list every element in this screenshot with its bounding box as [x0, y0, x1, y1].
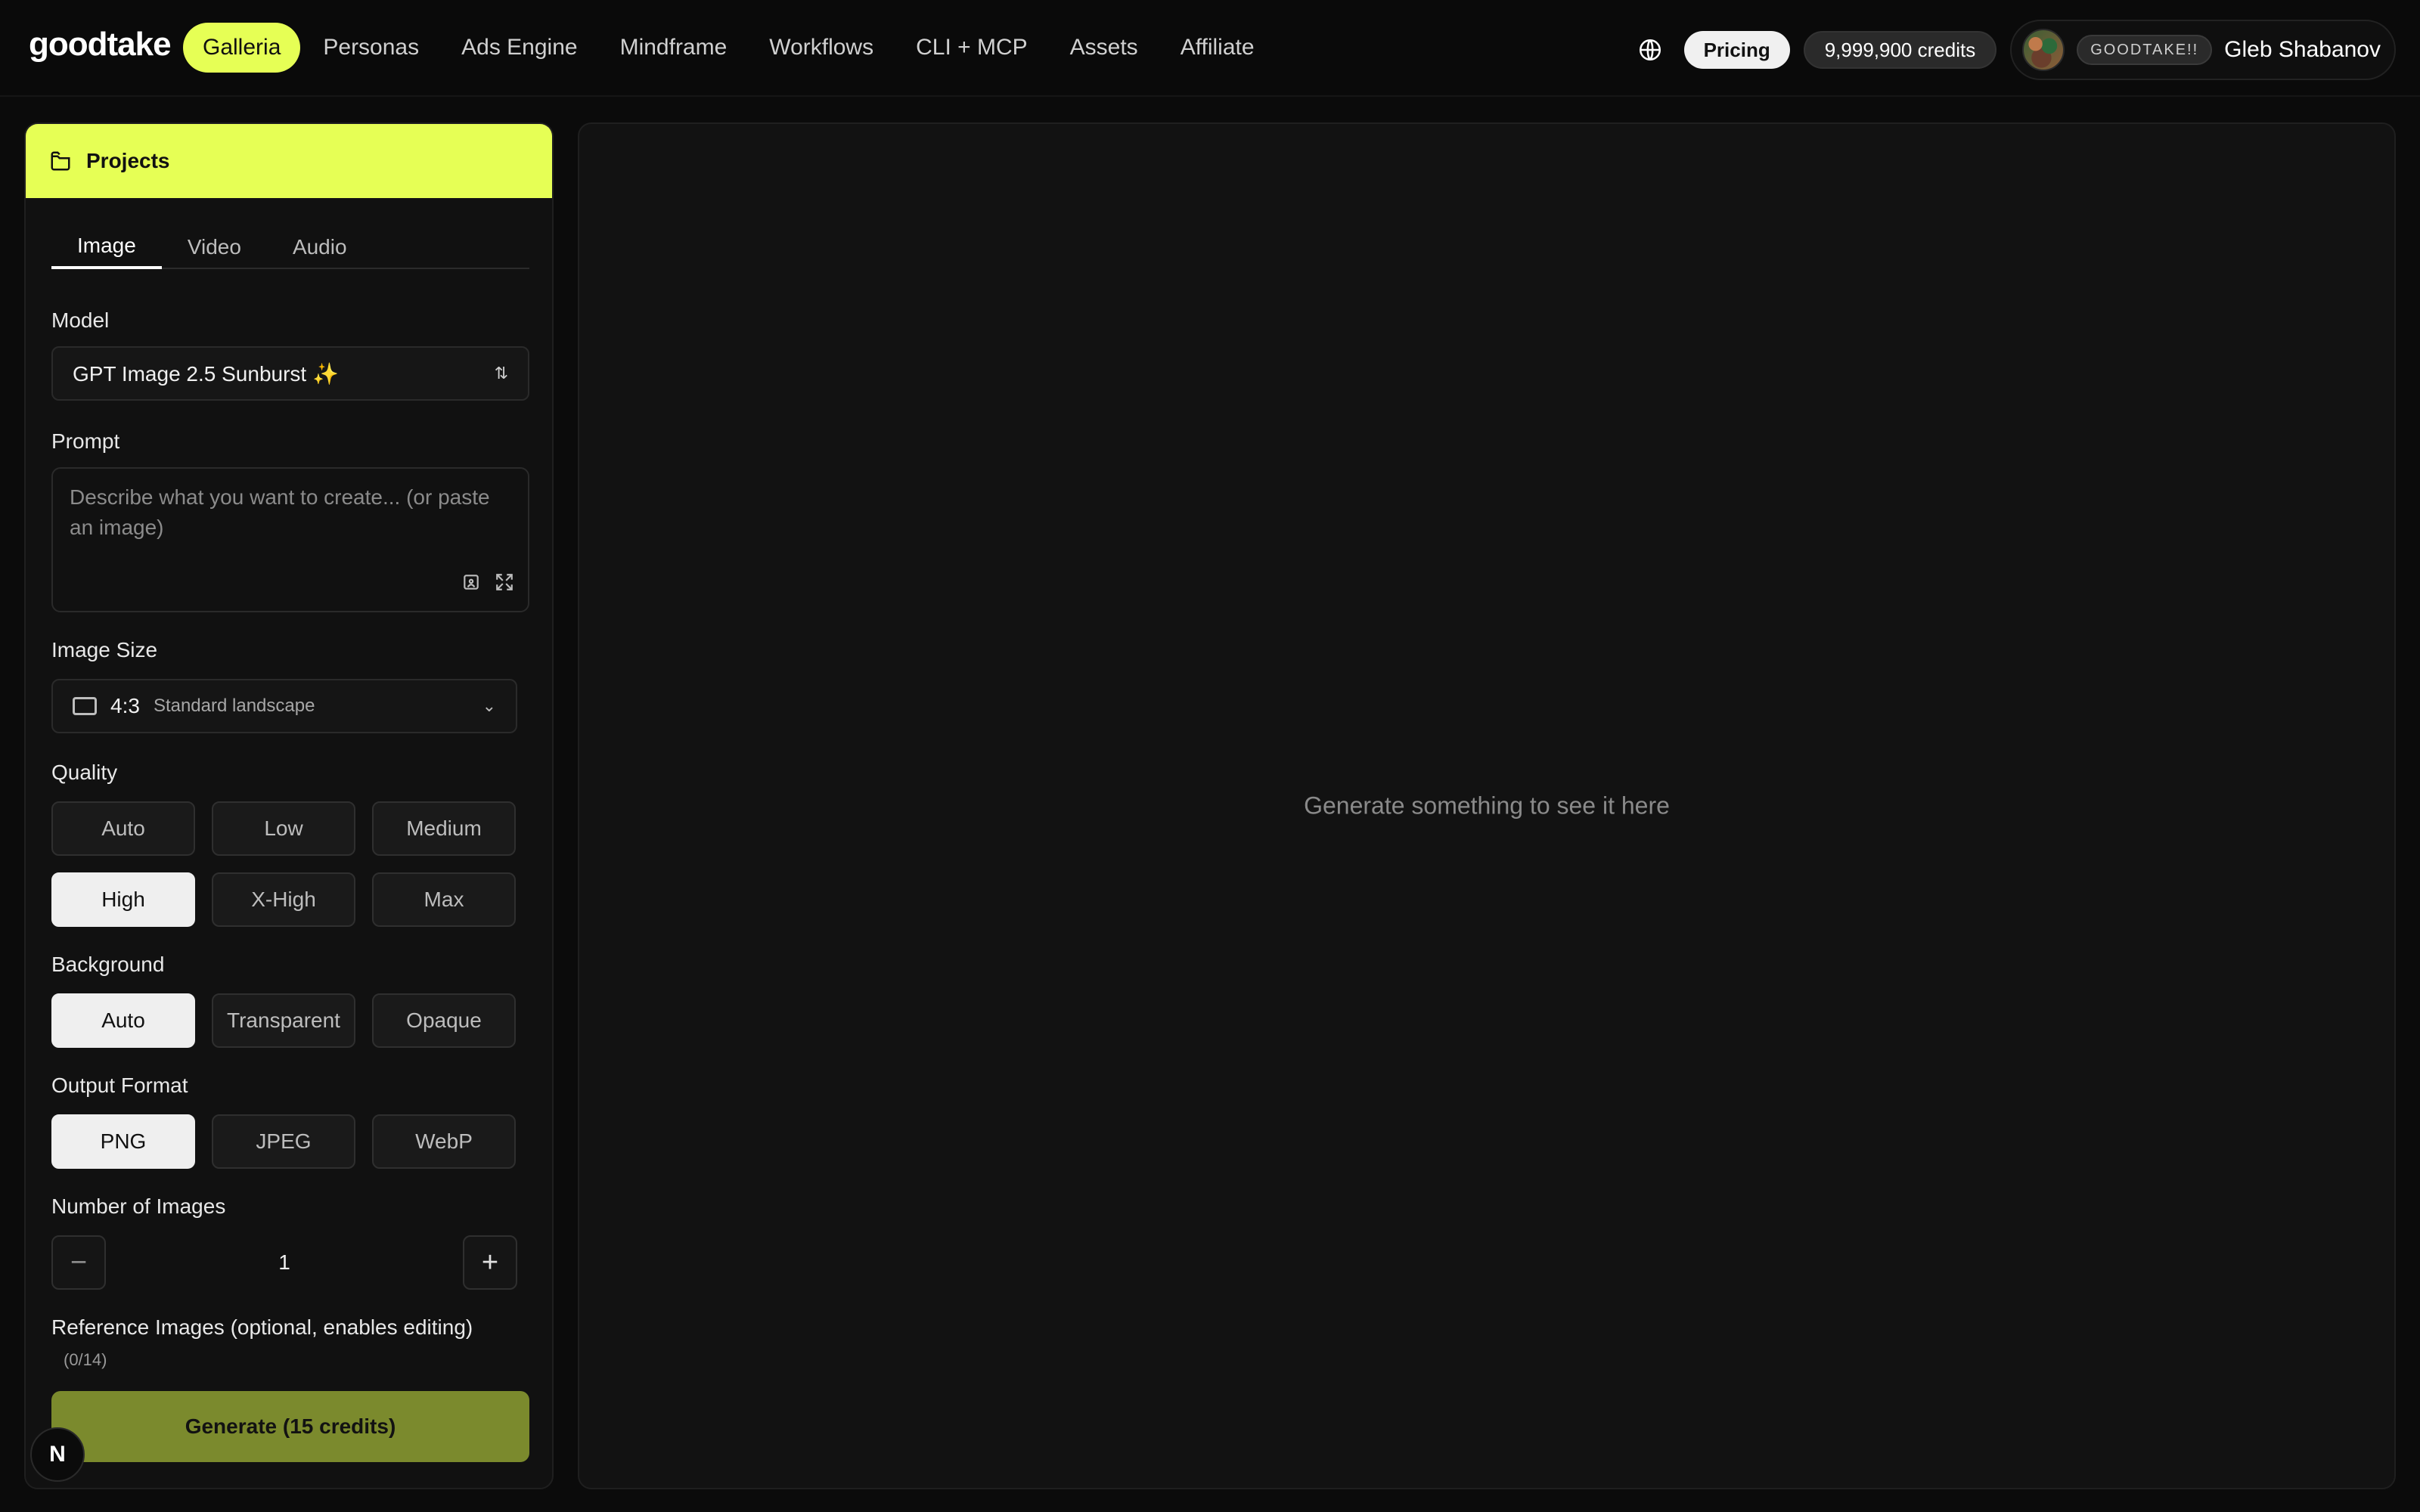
format-png-button[interactable]: PNG [51, 1114, 195, 1169]
background-auto-button[interactable]: Auto [51, 993, 195, 1048]
background-transparent-button[interactable]: Transparent [212, 993, 355, 1048]
quality-options: Auto Low Medium High X-High Max [51, 801, 517, 927]
chevron-down-icon: ⌄ [482, 696, 496, 715]
main-nav: Galleria Personas Ads Engine Mindframe W… [183, 23, 1277, 73]
model-value: GPT Image 2.5 Sunburst ✨ [73, 361, 339, 386]
quality-high-button[interactable]: High [51, 872, 195, 927]
top-right-actions: Pricing 9,999,900 credits GOODTAKE!! Gle… [1630, 20, 2396, 80]
background-label: Background [51, 953, 165, 976]
user-menu[interactable]: GOODTAKE!! Gleb Shabanov [2010, 20, 2396, 80]
background-opaque-button[interactable]: Opaque [372, 993, 516, 1048]
image-size-label: Image Size [51, 638, 158, 662]
top-bar: goodtake Galleria Personas Ads Engine Mi… [0, 0, 2420, 97]
logo[interactable]: goodtake [29, 26, 172, 64]
number-of-images-stepper: − 1 + [51, 1235, 517, 1290]
user-name: Gleb Shabanov [2224, 37, 2381, 62]
credits-badge[interactable]: 9,999,900 credits [1803, 31, 1997, 69]
image-size-select[interactable]: 4:3 Standard landscape ⌄ [51, 679, 517, 733]
generator-panel: Projects Image Video Audio Model GPT Ima… [24, 122, 554, 1489]
image-icon[interactable] [461, 570, 481, 600]
generate-button[interactable]: Generate (15 credits) [51, 1391, 529, 1462]
decrement-button[interactable]: − [51, 1235, 106, 1290]
media-tabs: Image Video Audio [51, 225, 529, 269]
n-badge-icon[interactable]: N [30, 1427, 85, 1482]
reference-images-count: (0/14) [64, 1350, 107, 1369]
prompt-label: Prompt [51, 429, 120, 453]
output-format-options: PNG JPEG WebP [51, 1114, 517, 1169]
updown-chevron-icon: ⇅ [494, 364, 508, 383]
prompt-textarea[interactable]: Describe what you want to create... (or … [51, 467, 529, 612]
pricing-button[interactable]: Pricing [1683, 31, 1790, 69]
projects-header[interactable]: Projects [26, 124, 552, 198]
folder-icon [48, 149, 73, 173]
avatar [2022, 29, 2065, 71]
output-format-label: Output Format [51, 1074, 188, 1097]
aspect-ratio-value: 4:3 [110, 694, 140, 717]
model-label: Model [51, 308, 110, 332]
prompt-tools [461, 570, 514, 600]
quality-low-button[interactable]: Low [212, 801, 355, 856]
nav-item-affiliate[interactable]: Affiliate [1161, 23, 1274, 73]
nav-item-personas[interactable]: Personas [303, 23, 439, 73]
expand-icon[interactable] [495, 570, 514, 600]
number-of-images-label: Number of Images [51, 1194, 226, 1218]
preview-panel: Generate something to see it here [578, 122, 2396, 1489]
nav-item-assets[interactable]: Assets [1050, 23, 1158, 73]
aspect-ratio-description: Standard landscape [153, 696, 315, 716]
nav-item-ads-engine[interactable]: Ads Engine [442, 23, 597, 73]
tab-image[interactable]: Image [51, 225, 162, 269]
nav-item-galleria[interactable]: Galleria [183, 23, 301, 73]
nav-item-workflows[interactable]: Workflows [749, 23, 893, 73]
background-options: Auto Transparent Opaque [51, 993, 517, 1048]
quality-medium-button[interactable]: Medium [372, 801, 516, 856]
tab-audio[interactable]: Audio [267, 225, 373, 269]
quality-xhigh-button[interactable]: X-High [212, 872, 355, 927]
user-tag: GOODTAKE!! [2077, 35, 2213, 65]
quality-auto-button[interactable]: Auto [51, 801, 195, 856]
model-select[interactable]: GPT Image 2.5 Sunburst ✨ ⇅ [51, 346, 529, 401]
globe-icon[interactable] [1630, 29, 1671, 70]
format-webp-button[interactable]: WebP [372, 1114, 516, 1169]
tab-video[interactable]: Video [162, 225, 267, 269]
reference-images-label: Reference Images (optional, enables edit… [51, 1315, 473, 1339]
quality-label: Quality [51, 761, 118, 784]
quality-max-button[interactable]: Max [372, 872, 516, 927]
number-of-images-value: 1 [278, 1250, 290, 1274]
nav-item-mindframe[interactable]: Mindframe [600, 23, 747, 73]
format-jpeg-button[interactable]: JPEG [212, 1114, 355, 1169]
prompt-placeholder: Describe what you want to create... (or … [70, 485, 490, 539]
empty-state-text: Generate something to see it here [1304, 792, 1670, 820]
nav-item-cli-mcp[interactable]: CLI + MCP [896, 23, 1047, 73]
projects-title: Projects [86, 149, 170, 172]
aspect-ratio-icon [73, 697, 97, 715]
increment-button[interactable]: + [462, 1235, 517, 1290]
